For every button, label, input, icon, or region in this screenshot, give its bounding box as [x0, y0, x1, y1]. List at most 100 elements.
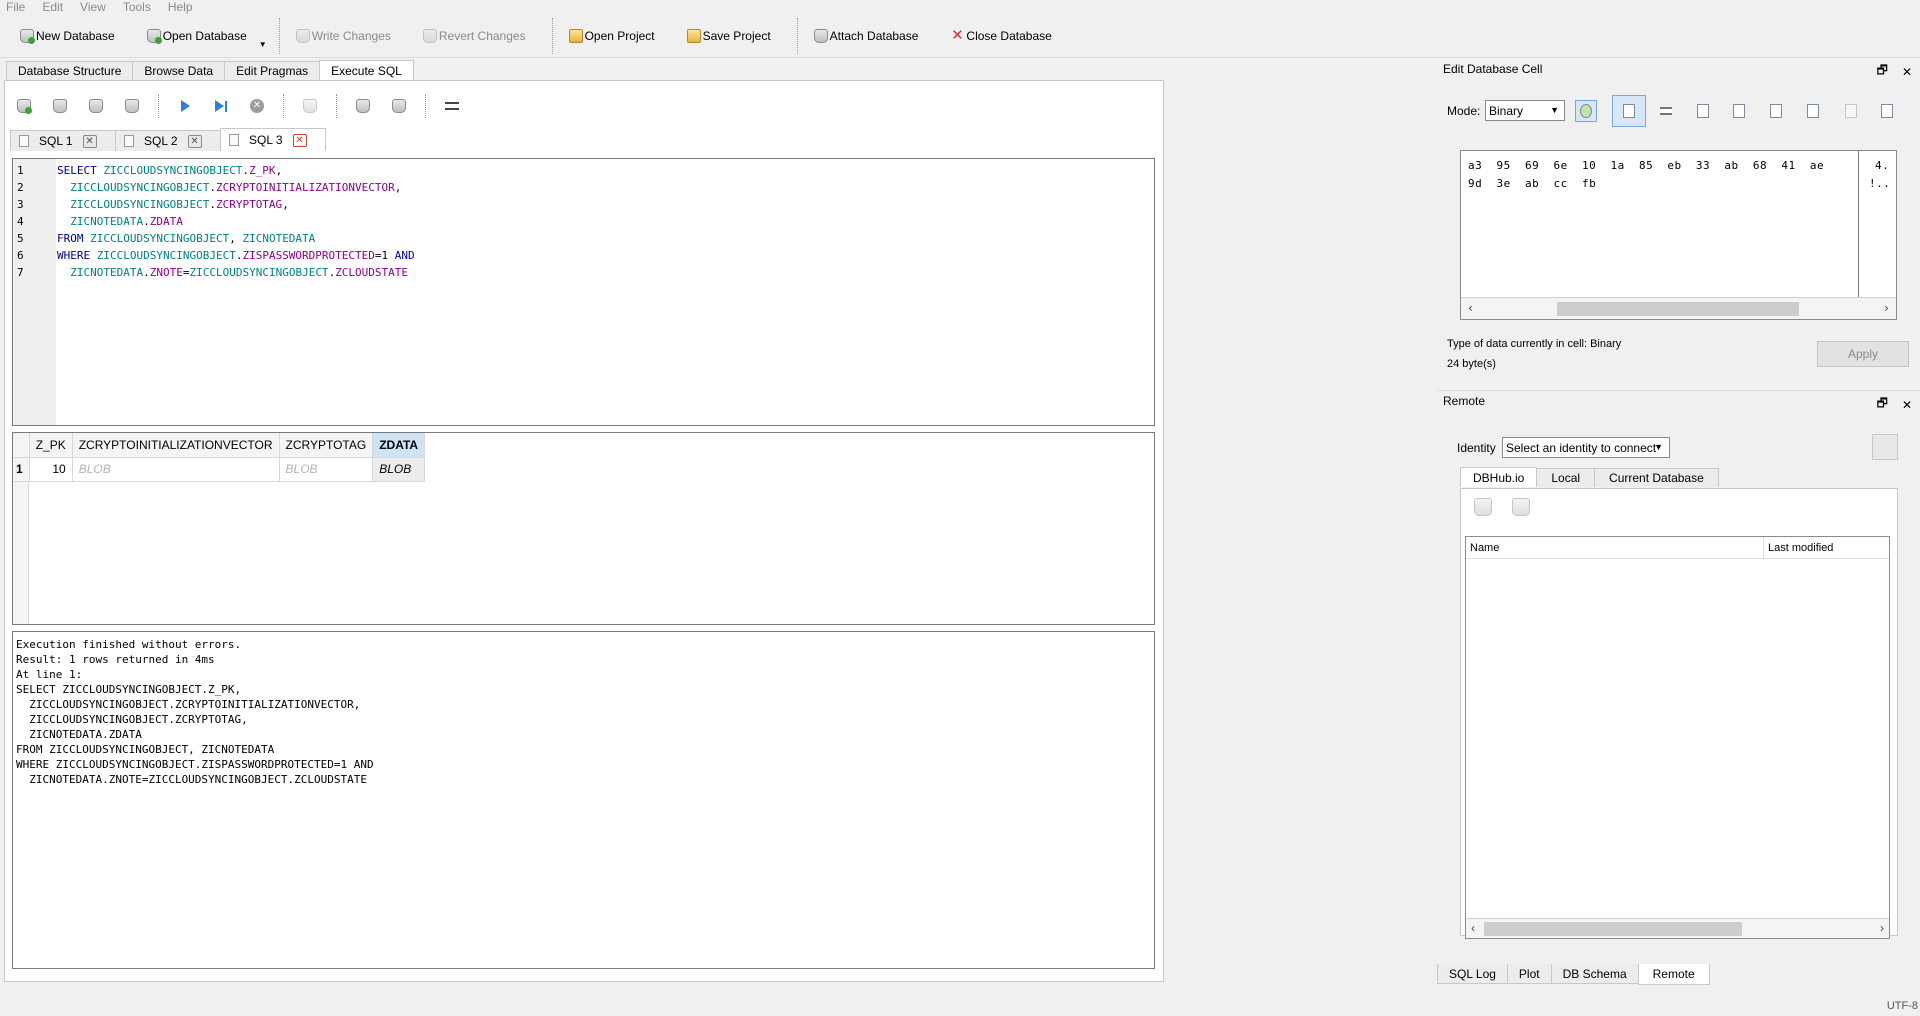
- clone-database-icon[interactable]: [1512, 498, 1530, 516]
- table-row[interactable]: 1 10 BLOB BLOB BLOB: [13, 457, 426, 482]
- identity-settings-button[interactable]: [1872, 434, 1898, 460]
- import-button[interactable]: [1692, 100, 1714, 122]
- hex-horizontal-scrollbar[interactable]: ‹ ›: [1461, 297, 1896, 319]
- sql-editor-line[interactable]: 2 ZICCLOUDSYNCINGOBJECT.ZCRYPTOINITIALIZ…: [17, 179, 401, 196]
- column-header-name[interactable]: Name: [1470, 542, 1499, 554]
- execute-line-button[interactable]: [211, 96, 231, 116]
- menu-help[interactable]: Help: [168, 0, 193, 14]
- sql-token: ZDATA: [149, 215, 183, 228]
- scroll-left-icon[interactable]: ‹: [1467, 301, 1474, 315]
- sql-editor-line[interactable]: 4 ZICNOTEDATA.ZDATA: [17, 213, 183, 230]
- stop-execution-button[interactable]: ✕: [247, 96, 267, 116]
- column-header-last-modified[interactable]: Last modified: [1768, 542, 1833, 554]
- float-dock-icon[interactable]: 🗗: [1877, 394, 1888, 415]
- scroll-left-icon[interactable]: ‹: [1471, 921, 1475, 935]
- auto-switch-mode-button[interactable]: [1575, 100, 1597, 122]
- sql-editor-line[interactable]: 1 SELECT ZICCLOUDSYNCINGOBJECT.Z_PK,: [17, 162, 282, 179]
- export-button[interactable]: [1728, 100, 1750, 122]
- close-tab-icon[interactable]: ✕: [292, 133, 307, 147]
- refresh-icon[interactable]: [1474, 498, 1492, 516]
- close-tab-icon[interactable]: ✕: [82, 134, 97, 148]
- evaluate-button[interactable]: [1840, 100, 1862, 122]
- float-dock-icon[interactable]: 🗗: [1877, 61, 1888, 82]
- sql-editor[interactable]: 1 SELECT ZICCLOUDSYNCINGOBJECT.Z_PK, 2 ZIC…: [12, 158, 1155, 426]
- sql-token: .: [209, 198, 216, 211]
- find-replace-icon: [392, 99, 406, 113]
- remote-file-tree[interactable]: Name Last modified ‹ ›: [1465, 536, 1890, 939]
- menu-edit[interactable]: Edit: [42, 0, 63, 14]
- tab-dbhub[interactable]: DBHub.io: [1460, 467, 1538, 487]
- cell-zdata[interactable]: BLOB: [372, 457, 426, 482]
- write-changes-button[interactable]: Write Changes: [290, 22, 397, 50]
- tab-database-structure[interactable]: Database Structure: [6, 61, 134, 80]
- close-dock-icon[interactable]: ✕: [1902, 398, 1912, 412]
- revert-changes-button[interactable]: Revert Changes: [417, 22, 532, 50]
- sql-tab-2[interactable]: SQL 2 ✕: [115, 130, 221, 151]
- new-database-button[interactable]: New Database: [14, 22, 121, 50]
- identity-select[interactable]: Select an identity to connect ▼: [1502, 437, 1670, 458]
- tab-execute-sql[interactable]: Execute SQL: [319, 60, 414, 80]
- scroll-right-icon[interactable]: ›: [1883, 301, 1890, 315]
- message-line: ZICNOTEDATA.ZDATA: [16, 728, 142, 741]
- close-tab-icon[interactable]: ✕: [187, 134, 202, 148]
- sql-editor-line[interactable]: 3 ZICCLOUDSYNCINGOBJECT.ZCRYPTOTAG,: [17, 196, 289, 213]
- save-sql-file-button[interactable]: [86, 96, 106, 116]
- print-button[interactable]: [122, 96, 142, 116]
- toolbar-separator: [278, 17, 280, 54]
- row-number[interactable]: 1: [13, 457, 30, 482]
- open-database-dropdown-icon[interactable]: ▼: [259, 40, 267, 49]
- tab-plot[interactable]: Plot: [1506, 964, 1552, 984]
- tab-sql-log[interactable]: SQL Log: [1437, 964, 1508, 984]
- menu-file[interactable]: File: [6, 0, 25, 14]
- execution-message-pane[interactable]: Execution finished without errors. Result…: [12, 631, 1155, 969]
- cell-zcryptotag[interactable]: BLOB: [279, 457, 374, 482]
- column-header-zcryptotag[interactable]: ZCRYPTOTAG: [279, 433, 374, 458]
- cell-zcryptoinitializationvector[interactable]: BLOB: [72, 457, 280, 482]
- column-header-z-pk[interactable]: Z_PK: [29, 433, 73, 458]
- tab-remote[interactable]: Remote: [1637, 964, 1710, 985]
- hex-editor[interactable]: a3 95 69 6e 10 1a 85 eb 33 ab 68 41 ae 9…: [1460, 150, 1897, 320]
- cell-z-pk[interactable]: 10: [29, 457, 73, 482]
- menu-view[interactable]: View: [80, 0, 106, 14]
- mode-select[interactable]: Binary ▼: [1485, 100, 1565, 121]
- sql-editor-line[interactable]: 7 ZICNOTEDATA.ZNOTE=ZICCLOUDSYNCINGOBJEC…: [17, 264, 408, 281]
- open-tab-button[interactable]: [14, 96, 34, 116]
- attach-database-button[interactable]: Attach Database: [808, 22, 925, 50]
- menu-tools[interactable]: Tools: [123, 0, 151, 14]
- tab-current-database[interactable]: Current Database: [1594, 468, 1719, 487]
- open-sql-file-button[interactable]: [50, 96, 70, 116]
- close-dock-icon[interactable]: ✕: [1902, 65, 1912, 79]
- open-database-button[interactable]: Open Database: [141, 22, 253, 50]
- find-button[interactable]: [353, 96, 373, 116]
- scroll-right-icon[interactable]: ›: [1880, 921, 1884, 935]
- column-header-zcryptoinitializationvector[interactable]: ZCRYPTOINITIALIZATIONVECTOR: [72, 433, 280, 458]
- apply-button[interactable]: Apply: [1817, 341, 1909, 367]
- word-wrap-button[interactable]: [1612, 95, 1646, 127]
- indent-button[interactable]: [1655, 100, 1677, 122]
- tab-edit-pragmas[interactable]: Edit Pragmas: [224, 61, 321, 80]
- sql-editor-line[interactable]: 5 FROM ZICCLOUDSYNCINGOBJECT, ZICNOTEDATA: [17, 230, 315, 247]
- scrollbar-thumb[interactable]: [1484, 922, 1742, 936]
- column-header-zdata[interactable]: ZDATA: [372, 433, 426, 458]
- scrollbar-thumb[interactable]: [1557, 302, 1799, 316]
- tab-local[interactable]: Local: [1536, 468, 1596, 487]
- close-database-button[interactable]: ✕ Close Database: [944, 22, 1057, 50]
- tab-browse-data[interactable]: Browse Data: [132, 61, 226, 80]
- execute-all-button[interactable]: [175, 96, 195, 116]
- save-project-button[interactable]: Save Project: [681, 22, 777, 50]
- sql-toolbar-separator: [283, 94, 284, 118]
- tab-db-schema[interactable]: DB Schema: [1550, 964, 1639, 984]
- open-external-button[interactable]: [1802, 100, 1824, 122]
- results-grid[interactable]: Z_PK ZCRYPTOINITIALIZATIONVECTOR ZCRYPTO…: [12, 432, 1155, 625]
- comment-button[interactable]: [442, 96, 462, 116]
- open-project-button[interactable]: Open Project: [563, 22, 661, 50]
- sql-tab-1[interactable]: SQL 1 ✕: [10, 130, 116, 151]
- set-null-button[interactable]: [1765, 100, 1787, 122]
- find-replace-button[interactable]: [389, 96, 409, 116]
- save-results-button[interactable]: [300, 96, 320, 116]
- corner-cell[interactable]: [13, 433, 30, 458]
- file-tree-horizontal-scrollbar[interactable]: ‹ ›: [1466, 918, 1889, 938]
- sql-editor-line[interactable]: 6 WHERE ZICCLOUDSYNCINGOBJECT.ZISPASSWORD…: [17, 247, 415, 264]
- print-cell-button[interactable]: [1876, 100, 1898, 122]
- sql-tab-3[interactable]: SQL 3 ✕: [220, 128, 326, 151]
